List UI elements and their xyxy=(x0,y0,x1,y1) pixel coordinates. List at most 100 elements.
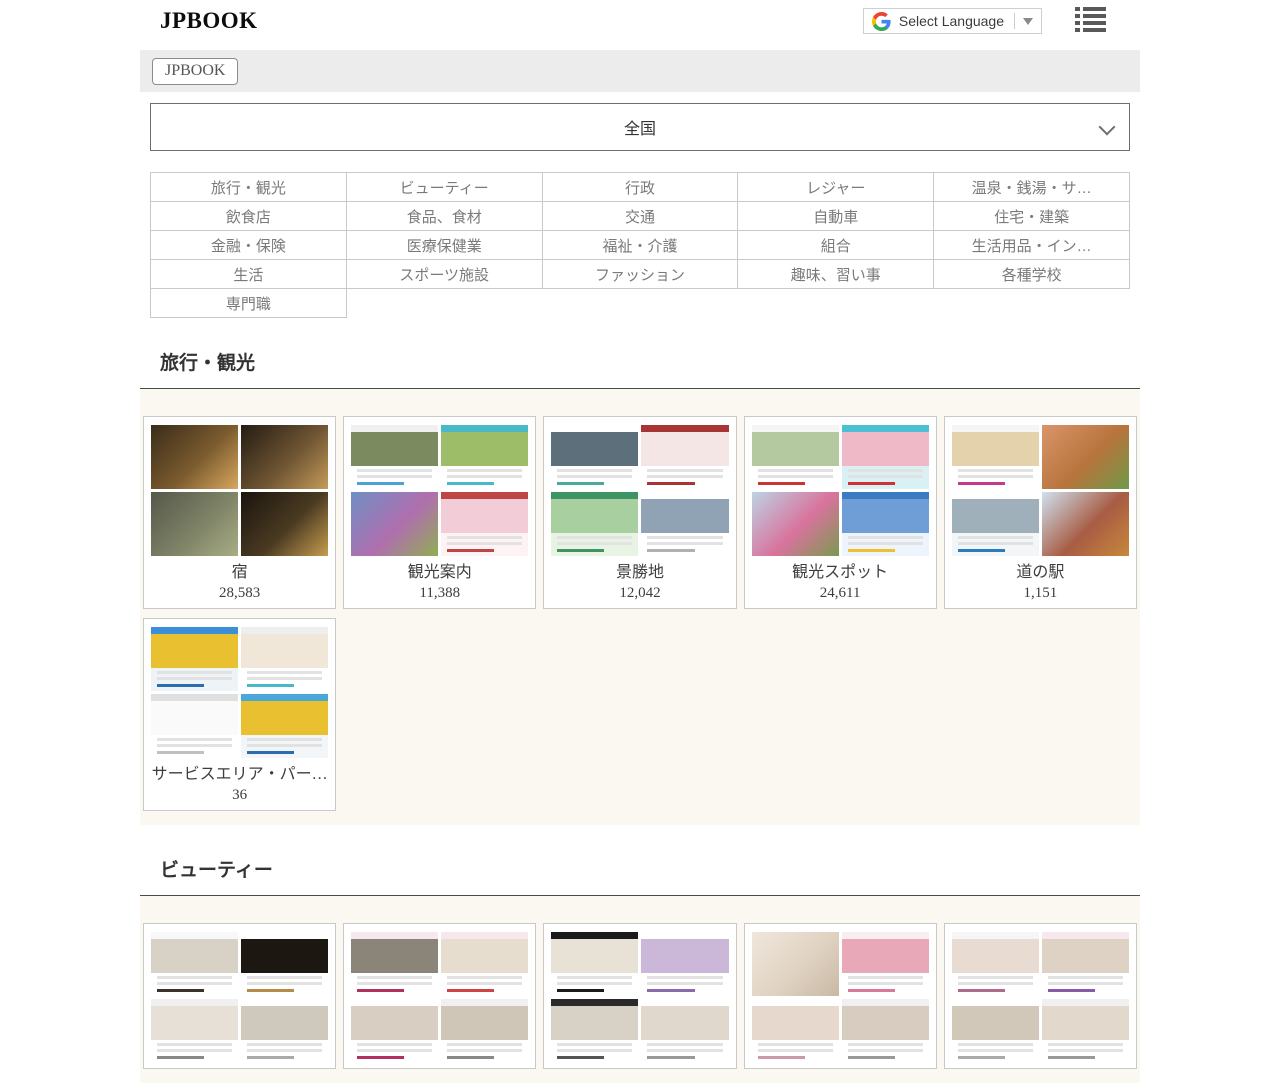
site-thumbnail xyxy=(351,492,438,556)
translate-label: Select Language xyxy=(899,13,1004,29)
site-thumbnail xyxy=(1042,999,1129,1063)
category-link-6[interactable]: 食品、食材 xyxy=(347,202,543,231)
category-link-13[interactable]: 組合 xyxy=(738,231,934,260)
site-thumbnail xyxy=(551,999,638,1063)
site-thumbnail xyxy=(1042,492,1129,556)
page-content: JPBOOK Select Language JPBOOK xyxy=(140,0,1140,1083)
category-card[interactable] xyxy=(944,923,1137,1069)
card-count: 1,151 xyxy=(952,583,1129,603)
category-link-8[interactable]: 自動車 xyxy=(738,202,934,231)
site-thumbnail xyxy=(842,932,929,996)
site-title: JPBOOK xyxy=(160,8,258,34)
site-thumbnail xyxy=(241,492,328,556)
site-thumbnail xyxy=(752,492,839,556)
thumbnail-collage xyxy=(351,932,528,1063)
category-link-15[interactable]: 生活 xyxy=(151,260,347,289)
category-link-7[interactable]: 交通 xyxy=(543,202,739,231)
thumbnail-collage xyxy=(151,627,328,758)
site-thumbnail xyxy=(151,627,238,691)
category-link-14[interactable]: 生活用品・イン… xyxy=(934,231,1130,260)
category-link-1[interactable]: ビューティー xyxy=(347,173,543,202)
card-count: 11,388 xyxy=(351,583,528,603)
site-thumbnail xyxy=(241,694,328,758)
category-card[interactable]: 景勝地12,042 xyxy=(543,416,736,609)
category-link-4[interactable]: 温泉・銭湯・サ… xyxy=(934,173,1130,202)
card-label: 景勝地 xyxy=(551,562,728,583)
card-label: 観光スポット xyxy=(752,562,929,583)
category-link-9[interactable]: 住宅・建築 xyxy=(934,202,1130,231)
region-select[interactable]: 全国 xyxy=(150,103,1130,151)
card-count: 36 xyxy=(151,785,328,805)
translate-caret-icon xyxy=(1023,18,1033,25)
card-count: 28,583 xyxy=(151,583,328,603)
card-label: 道の駅 xyxy=(952,562,1129,583)
thumbnail-collage xyxy=(752,932,929,1063)
google-translate-widget[interactable]: Select Language xyxy=(863,8,1042,34)
site-thumbnail xyxy=(351,932,438,996)
category-link-2[interactable]: 行政 xyxy=(543,173,739,202)
menu-list-icon[interactable] xyxy=(1075,7,1106,32)
category-card[interactable]: 宿28,583 xyxy=(143,416,336,609)
category-link-10[interactable]: 金融・保険 xyxy=(151,231,347,260)
site-thumbnail xyxy=(241,932,328,996)
site-thumbnail xyxy=(952,932,1039,996)
translate-divider xyxy=(1014,13,1015,29)
category-card[interactable] xyxy=(143,923,336,1069)
site-thumbnail xyxy=(151,999,238,1063)
chevron-down-icon xyxy=(1099,119,1116,136)
site-thumbnail xyxy=(441,425,528,489)
category-card[interactable]: 観光案内11,388 xyxy=(343,416,536,609)
section-title: 旅行・観光 xyxy=(140,348,1140,375)
category-link-3[interactable]: レジャー xyxy=(738,173,934,202)
section-title: ビューティー xyxy=(140,855,1140,882)
thumbnail-collage xyxy=(551,932,728,1063)
card-label: 観光案内 xyxy=(351,562,528,583)
region-select-value: 全国 xyxy=(624,115,656,139)
section-0: 旅行・観光宿28,583観光案内11,388景勝地12,042観光スポット24,… xyxy=(140,348,1140,825)
site-thumbnail xyxy=(151,425,238,489)
site-thumbnail xyxy=(952,999,1039,1063)
category-card[interactable]: 道の駅1,151 xyxy=(944,416,1137,609)
category-card[interactable] xyxy=(744,923,937,1069)
site-thumbnail xyxy=(551,492,638,556)
category-link-5[interactable]: 飲食店 xyxy=(151,202,347,231)
card-count: 24,611 xyxy=(752,583,929,603)
site-thumbnail xyxy=(351,999,438,1063)
section-1: ビューティー xyxy=(140,855,1140,1083)
category-card[interactable]: 観光スポット24,611 xyxy=(744,416,937,609)
card-panel: 宿28,583観光案内11,388景勝地12,042観光スポット24,611道の… xyxy=(140,389,1140,825)
site-thumbnail xyxy=(551,932,638,996)
card-label: サービスエリア・パー… xyxy=(151,764,328,785)
site-thumbnail xyxy=(551,425,638,489)
sections-container: 旅行・観光宿28,583観光案内11,388景勝地12,042観光スポット24,… xyxy=(140,348,1140,1083)
category-link-12[interactable]: 福祉・介護 xyxy=(543,231,739,260)
category-card[interactable]: サービスエリア・パー…36 xyxy=(143,618,336,811)
breadcrumb: JPBOOK xyxy=(140,50,1140,92)
thumbnail-collage xyxy=(351,425,528,556)
category-link-17[interactable]: ファッション xyxy=(543,260,739,289)
site-thumbnail xyxy=(151,694,238,758)
category-link-19[interactable]: 各種学校 xyxy=(934,260,1130,289)
site-thumbnail xyxy=(1042,932,1129,996)
card-label: 宿 xyxy=(151,562,328,583)
breadcrumb-home-button[interactable]: JPBOOK xyxy=(152,58,238,85)
category-link-18[interactable]: 趣味、習い事 xyxy=(738,260,934,289)
category-link-11[interactable]: 医療保健業 xyxy=(347,231,543,260)
category-card[interactable] xyxy=(343,923,536,1069)
category-link-16[interactable]: スポーツ施設 xyxy=(347,260,543,289)
site-thumbnail xyxy=(1042,425,1129,489)
header: JPBOOK Select Language xyxy=(140,0,1140,50)
site-thumbnail xyxy=(842,492,929,556)
site-thumbnail xyxy=(641,932,728,996)
site-thumbnail xyxy=(641,492,728,556)
site-thumbnail xyxy=(752,932,839,996)
site-thumbnail xyxy=(752,425,839,489)
site-thumbnail xyxy=(641,999,728,1063)
site-thumbnail xyxy=(441,492,528,556)
site-thumbnail xyxy=(842,999,929,1063)
category-link-20[interactable]: 専門職 xyxy=(151,289,347,318)
thumbnail-collage xyxy=(952,425,1129,556)
site-thumbnail xyxy=(151,932,238,996)
category-link-0[interactable]: 旅行・観光 xyxy=(151,173,347,202)
category-card[interactable] xyxy=(543,923,736,1069)
